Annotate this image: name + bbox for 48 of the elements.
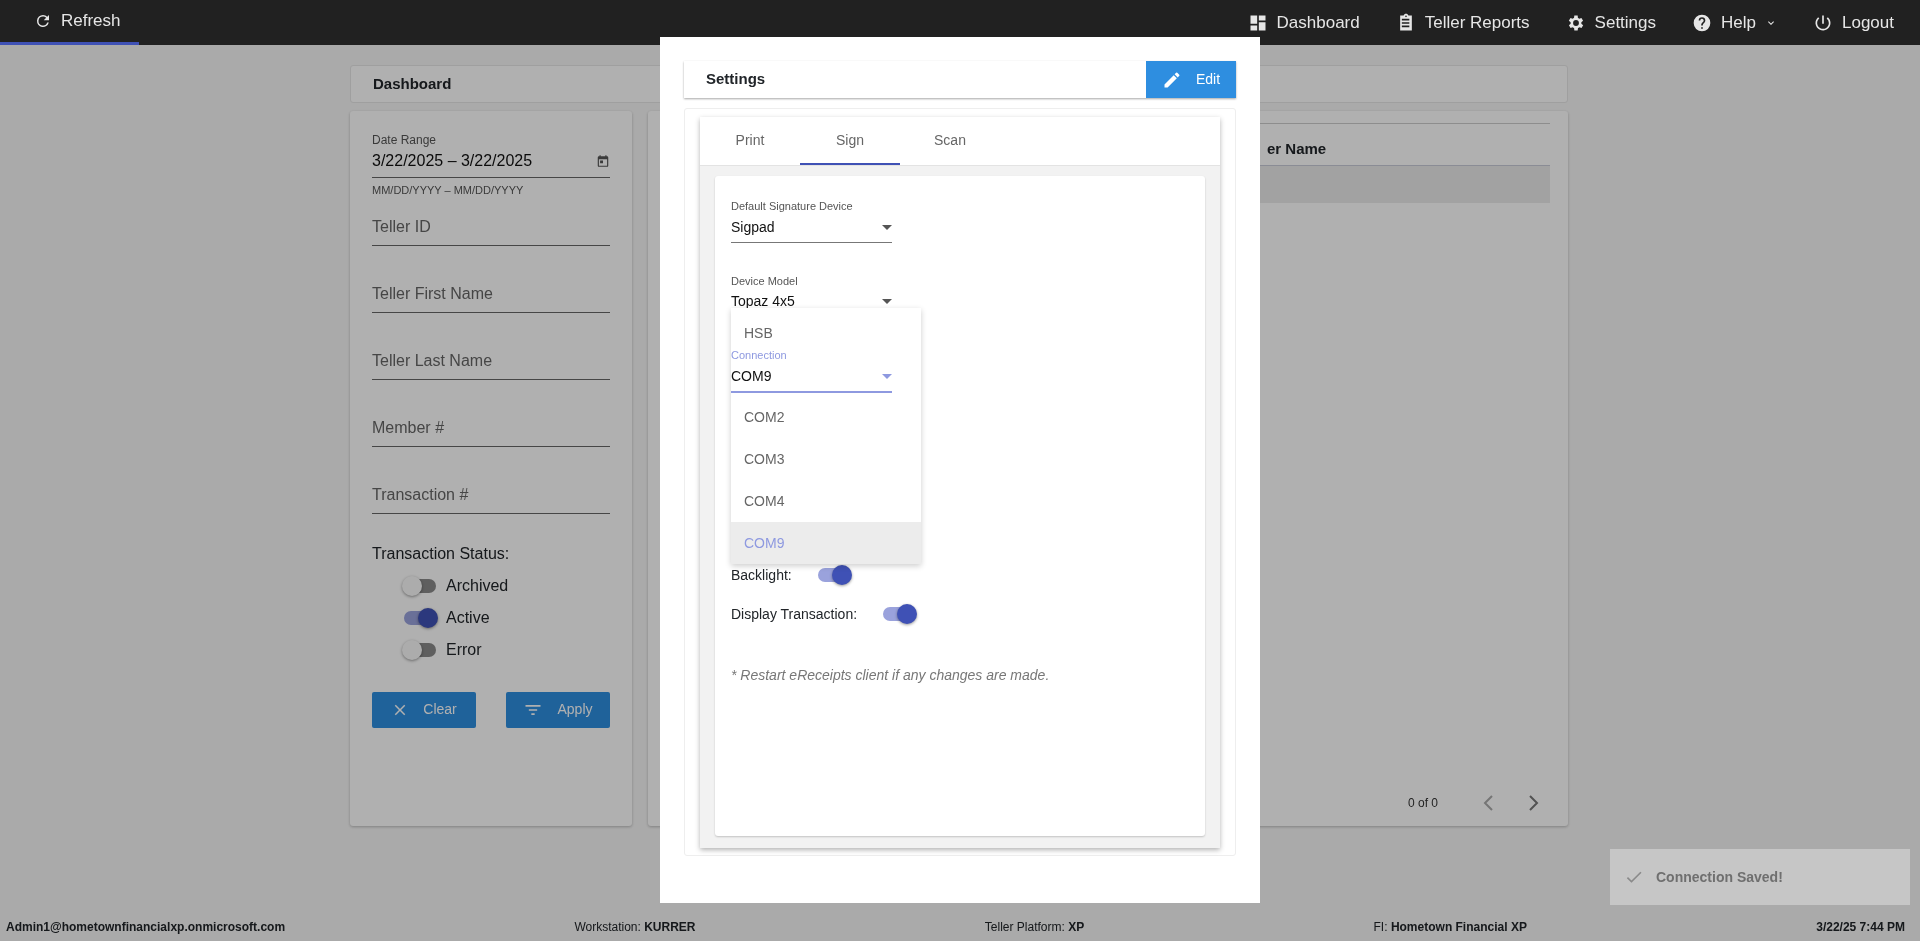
caret-icon: [882, 373, 892, 379]
nav-link[interactable]: Dashboard: [1229, 0, 1378, 45]
toggle-switch[interactable]: [402, 607, 438, 628]
text-field[interactable]: Teller ID: [372, 212, 610, 246]
text-field[interactable]: Transaction #: [372, 480, 610, 514]
toggle-label: Archived: [446, 575, 509, 596]
text-field[interactable]: Teller First Name: [372, 279, 610, 313]
text-field[interactable]: Teller Last Name: [372, 346, 610, 380]
toggle-label: Active: [446, 607, 490, 628]
select-field[interactable]: Default Signature Device Sigpad: [731, 198, 892, 243]
help-icon: [1692, 12, 1713, 33]
caret-icon: [882, 299, 892, 304]
chevron-left-icon: [1482, 794, 1496, 812]
caret-icon: [882, 224, 892, 230]
restart-note: * Restart eReceipts client if any changes are made.: [731, 665, 1051, 685]
date-time: 3/22/25 7:44 PM: [1816, 919, 1905, 936]
date-range-field[interactable]: Date Range 3/22/2025 – 3/22/2025: [372, 131, 610, 178]
menu-option[interactable]: COM2: [731, 396, 921, 438]
status-item: FI: Hometown Financial XP: [1373, 919, 1527, 936]
dialog-title: Settings: [706, 69, 766, 90]
calendar-icon: [596, 154, 610, 168]
toggle-switch[interactable]: [402, 575, 438, 596]
nav-link[interactable]: Help: [1674, 0, 1795, 45]
toggle-switch[interactable]: [402, 639, 438, 660]
edit-button[interactable]: Edit: [1146, 61, 1236, 98]
refresh-button[interactable]: Refresh: [0, 0, 139, 45]
user-email: Admin1@hometownfinancialxp.onmicrosoft.com: [6, 919, 286, 936]
chevron-right-icon: [1526, 794, 1540, 812]
nav-link[interactable]: Settings: [1547, 0, 1675, 45]
toggle-label: Display Transaction:: [731, 604, 858, 624]
nav-link[interactable]: Logout: [1795, 0, 1912, 45]
status-item: Workstation: KURRER: [574, 919, 696, 936]
nav-link[interactable]: Teller Reports: [1377, 0, 1548, 45]
text-field[interactable]: Member #: [372, 413, 610, 447]
status-heading: Transaction Status:: [372, 543, 511, 564]
status-item: Teller Platform: XP: [984, 919, 1085, 936]
menu-option[interactable]: COM4: [731, 480, 921, 522]
toggle-switch[interactable]: [881, 604, 918, 624]
date-format-hint: MM/DD/YYYY – MM/DD/YYYY: [372, 183, 525, 198]
tab[interactable]: Scan: [900, 117, 1000, 165]
toast-message: Connection Saved!: [1656, 867, 1783, 887]
menu-option[interactable]: COM3: [731, 438, 921, 480]
tab[interactable]: Print: [700, 117, 800, 165]
toggle-label: Backlight:: [731, 565, 792, 585]
refresh-icon: [34, 12, 52, 30]
toggle-label: Error: [446, 639, 482, 660]
column-header: er Name: [1267, 139, 1327, 159]
page-count: 0 of 0: [1407, 795, 1438, 812]
